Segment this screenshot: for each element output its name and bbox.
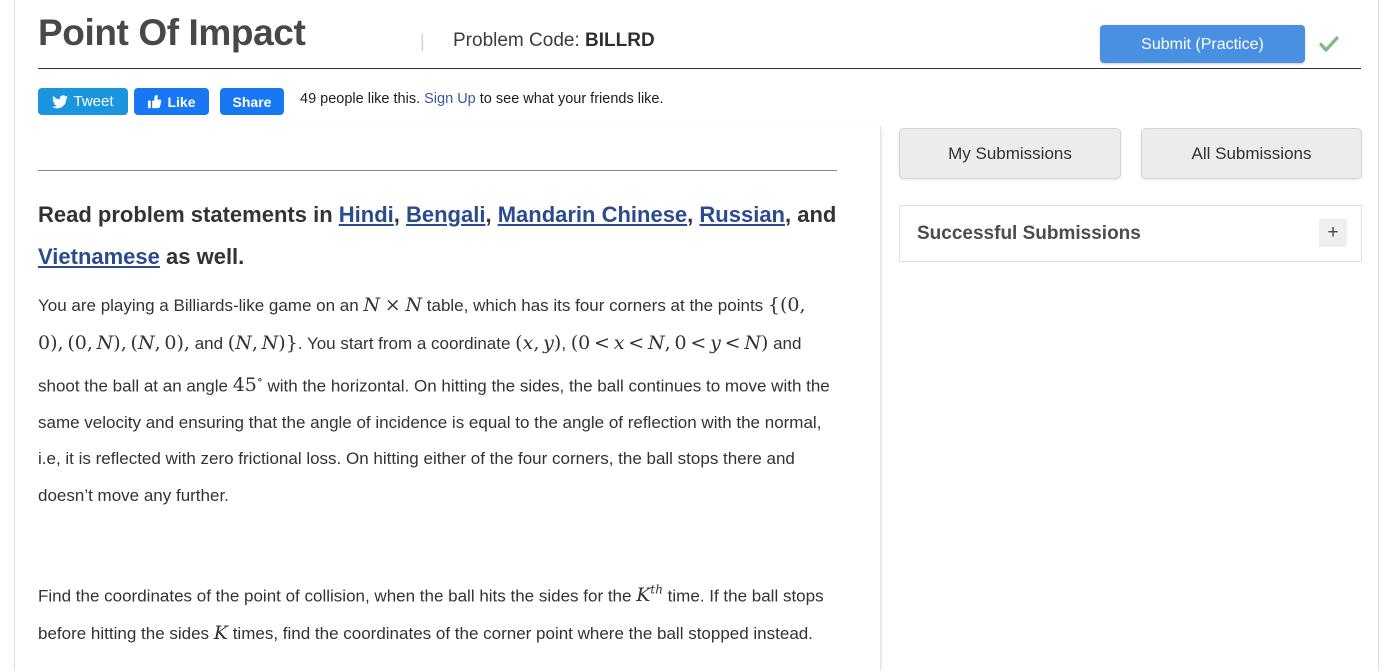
thumbs-up-icon: [147, 94, 162, 109]
like-button-label: Like: [167, 93, 196, 110]
math-K: K: [213, 621, 228, 644]
twitter-bird-icon: [52, 94, 69, 109]
math-coordinate: (x, y): [515, 331, 562, 354]
successful-submissions-panel: Successful Submissions +: [899, 205, 1362, 262]
tab-my-submissions[interactable]: My Submissions: [899, 128, 1121, 179]
lang-link-bengali[interactable]: Bengali: [406, 202, 485, 227]
translations-heading: Read problem statements in Hindi, Bengal…: [38, 202, 837, 269]
problem-paragraph-1: You are playing a Billiards-like game on…: [38, 294, 830, 505]
submit-practice-button[interactable]: Submit (Practice): [1100, 25, 1305, 63]
problem-paragraph-2: Find the coordinates of the point of col…: [38, 583, 824, 644]
problem-code-label: Problem Code:: [453, 30, 580, 51]
header-divider: [38, 68, 1361, 69]
math-45-degrees: 45∘: [232, 373, 263, 397]
page-title: Point Of Impact: [38, 12, 306, 53]
math-constraints: (0 < x < N, 0 < y < N): [570, 331, 769, 354]
facebook-like-button[interactable]: Like: [134, 88, 209, 115]
math-K-th: Kth: [636, 583, 663, 607]
problem-code-value: BILLRD: [585, 30, 655, 51]
successful-submissions-title: Successful Submissions: [917, 222, 1141, 244]
problem-page: Point Of Impact | Problem Code: BILLRD S…: [0, 0, 1400, 671]
like-count-text: 49 people like this. Sign Up to see what…: [300, 89, 680, 119]
problem-code: Problem Code: BILLRD: [416, 23, 655, 59]
problem-statement-panel: Read problem statements in Hindi, Bengal…: [15, 126, 881, 671]
tweet-button[interactable]: Tweet: [38, 88, 128, 115]
translations-heading-prefix: Read problem statements in: [38, 202, 339, 227]
lang-link-mandarin-chinese[interactable]: Mandarin Chinese: [498, 202, 687, 227]
share-button-label: Share: [232, 93, 272, 110]
facebook-share-button[interactable]: Share: [220, 88, 284, 115]
statement-top-divider: [38, 170, 837, 171]
tweet-button-label: Tweet: [73, 93, 114, 110]
page-right-border: [1378, 0, 1379, 671]
like-count-prefix: 49 people like this.: [300, 91, 421, 107]
green-check-icon: [1317, 32, 1341, 56]
math-N: N: [363, 294, 381, 316]
page-header: Point Of Impact | Problem Code: BILLRD S…: [38, 8, 1361, 64]
translations-heading-suffix: as well.: [159, 244, 245, 269]
lang-link-russian[interactable]: Russian: [699, 202, 785, 227]
lang-link-hindi[interactable]: Hindi: [339, 202, 394, 227]
like-count-suffix: to see what your friends like.: [479, 91, 664, 107]
tab-all-submissions[interactable]: All Submissions: [1141, 128, 1362, 179]
lang-link-vietnamese[interactable]: Vietnamese: [38, 244, 160, 269]
sign-up-link[interactable]: Sign Up: [424, 91, 476, 107]
plus-icon[interactable]: +: [1319, 219, 1347, 247]
